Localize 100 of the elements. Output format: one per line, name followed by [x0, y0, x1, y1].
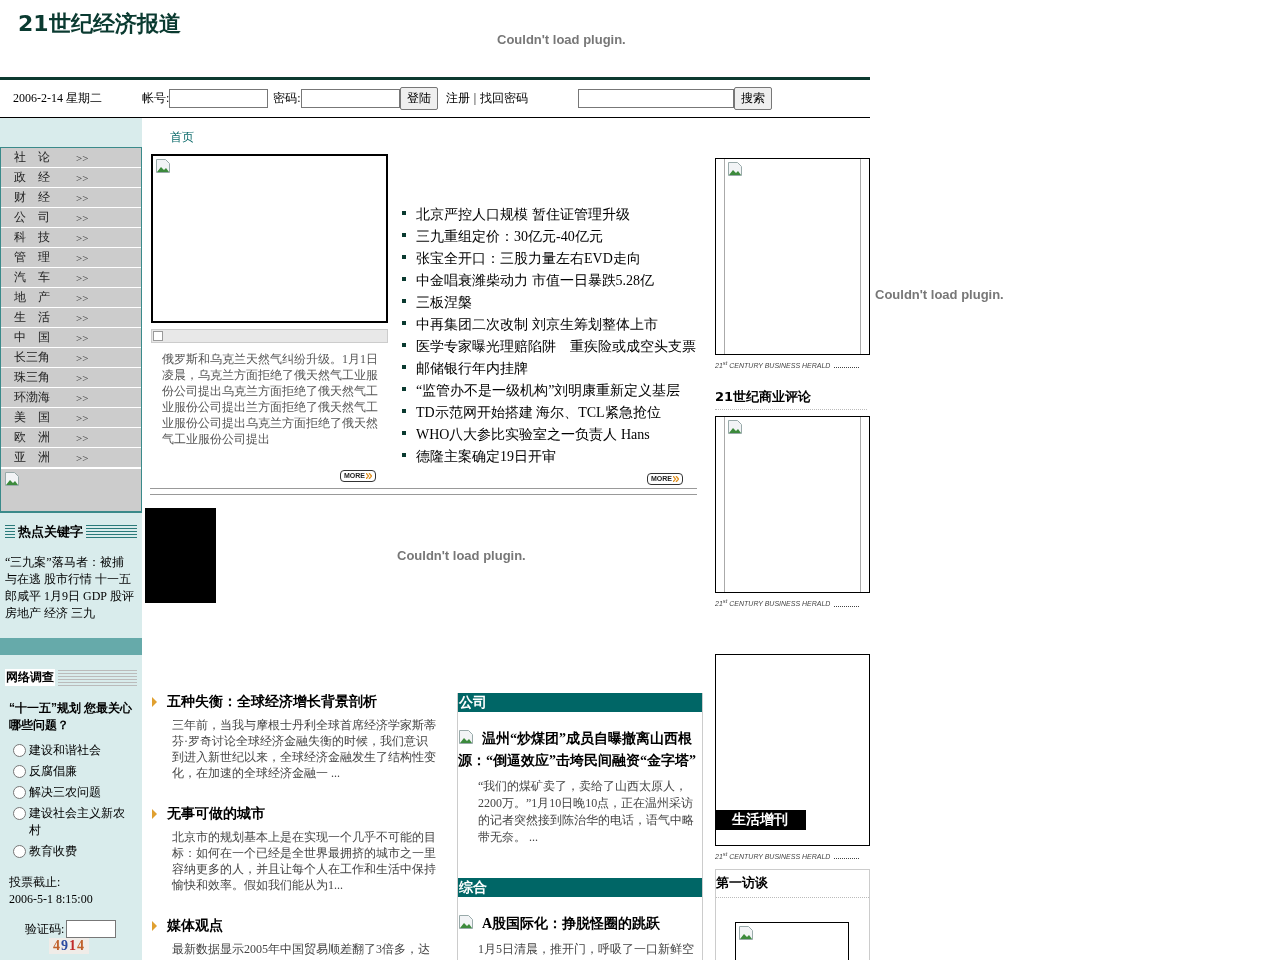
nav-link[interactable]: 财 经	[14, 189, 76, 206]
bullet-icon	[402, 365, 406, 369]
magazine-cover-frame[interactable]: 生活增刊	[715, 653, 870, 846]
more-link[interactable]: >>	[76, 411, 89, 424]
broken-image-icon	[458, 729, 474, 745]
radio-button[interactable]	[13, 765, 26, 778]
keyword-links[interactable]: 与在逃 股市行情 十一五	[5, 571, 134, 588]
article-summary: 北京市的规划基本上是在实现一个几乎不可能的目标：如何在一个已经是全世界最拥挤的城市之一里容纳更多的人，并且让每个人在工作和生活中保持愉快和效率。假如我们能从为1...	[172, 829, 437, 893]
headline-link[interactable]: 中再集团二次改制 刘京生筹划整体上市	[416, 316, 658, 334]
keyword-links[interactable]: “三九案”落马者：被捕	[5, 554, 134, 571]
bullet-icon	[402, 233, 406, 237]
broken-image-icon	[458, 914, 474, 930]
breadcrumb-link[interactable]: 首页	[170, 129, 715, 145]
more-link[interactable]: >>	[76, 371, 89, 384]
headline-link[interactable]: 三九重组定价：30亿元-40亿元	[416, 228, 603, 246]
bullet-icon	[402, 343, 406, 347]
more-link[interactable]: >>	[76, 451, 89, 464]
broken-image-icon	[727, 419, 743, 436]
account-field[interactable]	[169, 89, 269, 108]
radio-button[interactable]	[13, 845, 26, 858]
account-label: 帐号:	[142, 90, 170, 107]
bullet-icon	[402, 387, 406, 391]
more-link[interactable]: >>	[76, 211, 89, 224]
headline-link[interactable]: 张宝全开口：三股力量左右EVD走向	[416, 250, 641, 268]
nav-link[interactable]: 美 国	[14, 409, 76, 426]
triangle-icon	[152, 697, 157, 707]
option-label: 建设和谐社会	[29, 742, 101, 759]
more-link[interactable]: >>	[76, 271, 89, 284]
article-title-link[interactable]: 无事可做的城市	[167, 805, 265, 823]
search-button[interactable]: 搜索	[734, 87, 773, 110]
section-header: 综合	[458, 878, 702, 897]
nav-link[interactable]: 欧 洲	[14, 429, 76, 446]
article-title-link[interactable]: 五种失衡：全球经济增长背景剖析	[167, 693, 377, 711]
plugin-message: Couldn't load plugin.	[875, 287, 1004, 303]
password-field[interactable]	[300, 89, 400, 108]
nav-link[interactable]: 珠三角	[14, 369, 76, 386]
more-link[interactable]: >>	[76, 431, 89, 444]
more-link[interactable]: >>	[76, 171, 89, 184]
headline-link[interactable]: 医学专家曝光理赔陷阱 重疾险或成空头支票	[416, 338, 696, 356]
keyword-links[interactable]: 郎咸平 1月9日 GDP 股评	[5, 588, 134, 605]
more-link[interactable]: >>	[76, 311, 89, 324]
option-label: 反腐倡廉	[29, 763, 77, 780]
broken-image-icon	[155, 158, 171, 174]
double-chevron-icon	[366, 472, 372, 479]
nav-link[interactable]: 社 论	[14, 149, 76, 166]
nav-link[interactable]: 政 经	[14, 169, 76, 186]
captcha-field[interactable]	[66, 920, 117, 938]
option-label: 解决三农问题	[29, 784, 101, 801]
nav-link[interactable]: 中 国	[14, 329, 76, 346]
article-title-link[interactable]: 媒体观点	[167, 917, 223, 935]
bullet-icon	[402, 431, 406, 435]
deadline-label: 投票截止:	[9, 874, 62, 891]
more-link[interactable]: >>	[76, 351, 89, 364]
broken-image-icon	[727, 161, 743, 177]
article-title-link[interactable]: 温州“炒煤团”成员自曝撤离山西根源：“倒逼效应”击垮民间融资“金字塔”	[458, 728, 702, 772]
radio-button[interactable]	[13, 744, 26, 757]
register-link[interactable]: 注册	[445, 90, 470, 107]
login-button[interactable]: 登陆	[399, 87, 438, 110]
more-link[interactable]: >>	[76, 331, 89, 344]
radio-button[interactable]	[13, 786, 26, 799]
nav-link[interactable]: 管 理	[14, 249, 76, 266]
section-title: 热点关键字	[18, 523, 83, 541]
magazine-cover-frame[interactable]	[715, 416, 870, 594]
headline-link[interactable]: 邮储银行年内挂牌	[416, 360, 528, 378]
more-link[interactable]: >>	[76, 191, 89, 204]
site-logo[interactable]: 21世纪经济报道	[18, 10, 497, 38]
more-link[interactable]: >>	[76, 251, 89, 264]
headline-link[interactable]: 德隆主案确定19日开审	[416, 448, 556, 466]
bullet-icon	[402, 321, 406, 325]
bullet-icon	[402, 255, 406, 259]
radio-button[interactable]	[13, 807, 26, 820]
magazine-cover-frame[interactable]	[715, 158, 870, 355]
nav-link[interactable]: 长三角	[14, 349, 76, 366]
nav-link[interactable]: 环渤海	[14, 389, 76, 406]
nav-link[interactable]: 汽 车	[14, 269, 76, 286]
nav-link[interactable]: 公 司	[14, 209, 76, 226]
headline-link[interactable]: 北京严控人口规模 暂住证管理升级	[416, 206, 630, 224]
search-field[interactable]	[578, 89, 735, 108]
nav-link[interactable]: 亚 洲	[14, 449, 76, 466]
headline-link[interactable]: 三板涅槃	[416, 294, 472, 312]
nav-link[interactable]: 生 活	[14, 309, 76, 326]
recover-password-link[interactable]: 找回密码	[480, 90, 529, 107]
article-title-link[interactable]: A股国际化：挣脱怪圈的跳跃	[458, 913, 702, 935]
nav-link[interactable]: 地 产	[14, 289, 76, 306]
headline-link[interactable]: TD示范网开始搭建 海尔、TCL紧急抢位	[416, 404, 661, 422]
deadline-text: 2006-5-1 8:15:00	[9, 891, 94, 908]
headline-link[interactable]: 中金唱衰潍柴动力 市值一日暴跌5.28亿	[416, 272, 654, 290]
more-link[interactable]: >>	[76, 391, 89, 404]
option-label: 建设社会主义新农村	[29, 805, 126, 839]
keyword-links[interactable]: 房地产 经济 三九	[5, 605, 134, 622]
broken-image-icon	[738, 925, 754, 941]
headline-link[interactable]: “监管办不是一级机构”刘明康重新定义基层	[416, 382, 681, 400]
more-link[interactable]: >>	[76, 291, 89, 304]
triangle-icon	[152, 921, 157, 931]
bullet-icon	[402, 299, 406, 303]
nav-link[interactable]: 科 技	[14, 229, 76, 246]
section-title: 网络调查	[5, 669, 55, 686]
headline-link[interactable]: WHO八大参比实验室之一负责人 Hans	[416, 426, 650, 444]
more-link[interactable]: >>	[76, 231, 89, 244]
more-link[interactable]: >>	[76, 151, 89, 164]
